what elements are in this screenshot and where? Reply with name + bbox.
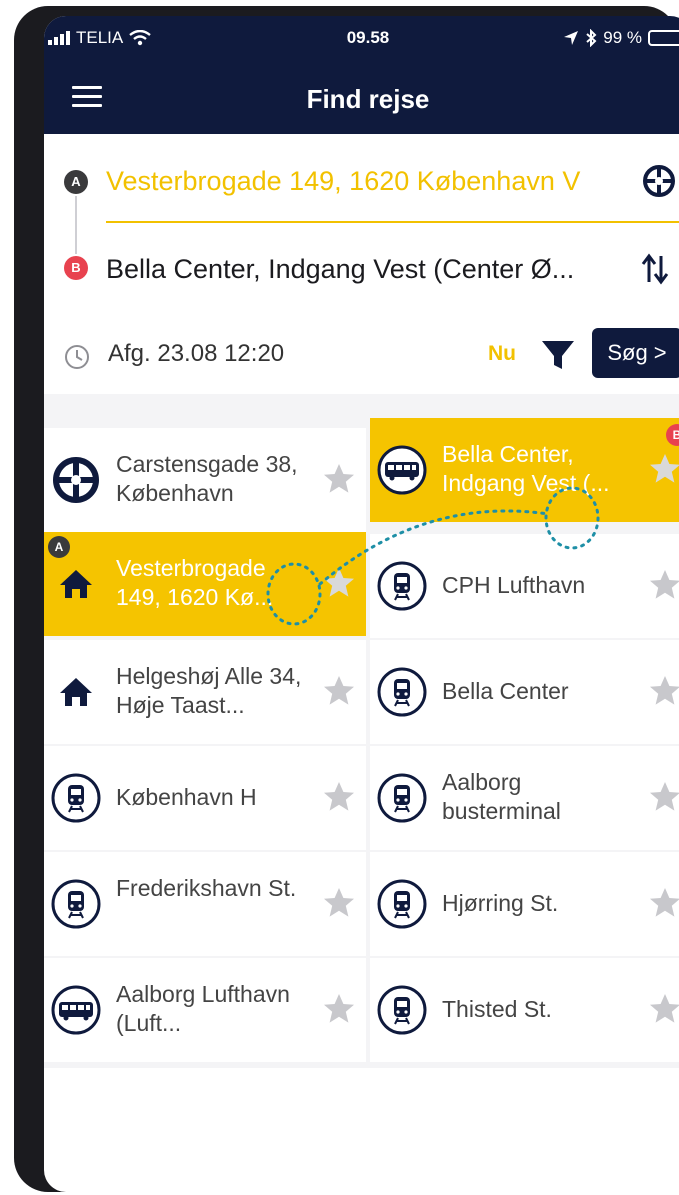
favorite-place-tile[interactable]: Bella Center [370, 640, 679, 744]
favorite-place-tile[interactable]: Thisted St. [370, 958, 679, 1062]
train-icon [377, 879, 427, 929]
from-marker: A [64, 170, 88, 194]
favorite-place-tile[interactable]: København H [44, 746, 366, 850]
favorite-star-icon[interactable] [322, 674, 356, 708]
favorite-star-icon[interactable] [648, 674, 679, 708]
favorite-place-tile[interactable]: Bella Center, Indgang Vest (... B [370, 418, 679, 522]
now-button[interactable]: Nu [488, 342, 516, 366]
to-marker: B [64, 256, 88, 280]
swap-icon[interactable] [640, 252, 670, 286]
filter-icon[interactable] [540, 338, 576, 372]
favorite-place-tile[interactable]: Vesterbrogade 149, 1620 Kø... A [44, 532, 366, 636]
favorite-place-label: CPH Lufthavn [442, 572, 586, 598]
favorite-star-icon[interactable] [648, 992, 679, 1026]
favorite-star-icon[interactable] [322, 462, 356, 496]
battery-percent: 99 % [603, 28, 642, 47]
status-bar: TELIA 09.58 99 % [44, 16, 679, 60]
favorite-place-label: Frederikshavn St. [116, 875, 297, 901]
train-icon [377, 985, 427, 1035]
favorite-star-icon[interactable] [648, 886, 679, 920]
train-icon [51, 773, 101, 823]
location-target-icon [53, 457, 99, 503]
favorite-star-icon[interactable] [648, 452, 679, 486]
location-arrow-icon [564, 31, 579, 45]
page-title: Find rejse [306, 84, 430, 114]
favorite-star-icon[interactable] [322, 780, 356, 814]
home-icon [60, 678, 92, 706]
favorite-star-icon[interactable] [322, 566, 356, 600]
train-icon [51, 879, 101, 929]
favorite-place-label: Hjørring St. [442, 890, 559, 916]
current-location-icon[interactable] [642, 164, 676, 198]
favorite-place-tile[interactable]: Aalborg Lufthavn (Luft... [44, 958, 366, 1062]
phone-frame: TELIA 09.58 99 % Find rejse A B Vesterbr… [14, 6, 679, 1192]
favorite-place-tile[interactable]: Hjørring St. [370, 852, 679, 956]
favorite-place-label: Vesterbrogade 149, 1620 Kø... [116, 555, 274, 610]
destination-badge: B [666, 424, 679, 446]
favorite-star-icon[interactable] [648, 568, 679, 602]
favorite-place-label: København H [116, 784, 257, 810]
clock-icon [65, 345, 89, 369]
bus-icon [377, 445, 427, 495]
train-icon [377, 773, 427, 823]
favorite-place-label: Carstensgade 38, København [116, 451, 298, 506]
favorite-star-icon[interactable] [322, 992, 356, 1026]
favorite-place-tile[interactable]: Aalborg busterminal [370, 746, 679, 850]
favorite-star-icon[interactable] [322, 886, 356, 920]
train-icon [377, 561, 427, 611]
departure-time[interactable]: Afg. 23.08 12:20 [108, 340, 284, 368]
battery-icon [648, 30, 679, 46]
favorite-place-tile[interactable]: Helgeshøj Alle 34, Høje Taast... [44, 640, 366, 744]
bus-icon [51, 985, 101, 1035]
journey-form: A B Bella Center, Indgang Vest (Center Ø… [44, 134, 679, 394]
bluetooth-icon [586, 29, 597, 47]
favorite-place-label: Aalborg Lufthavn (Luft... [116, 981, 290, 1036]
from-field-underline [106, 221, 679, 223]
favorite-places-grid: Carstensgade 38, København Bella Center, … [44, 418, 679, 1068]
origin-badge: A [48, 536, 70, 558]
favorite-place-tile[interactable]: Frederikshavn St. [44, 852, 366, 956]
favorite-place-label: Bella Center [442, 678, 569, 704]
to-field[interactable]: Bella Center, Indgang Vest (Center Ø... [106, 246, 626, 292]
favorite-place-label: Aalborg busterminal [442, 769, 561, 824]
app-screen: TELIA 09.58 99 % Find rejse A B Vesterbr… [44, 16, 679, 1192]
route-connector [75, 196, 77, 254]
top-bar: TELIA 09.58 99 % Find rejse [44, 16, 679, 134]
favorite-place-tile[interactable]: Carstensgade 38, København [44, 428, 366, 532]
train-icon [377, 667, 427, 717]
navigation-bar: Find rejse [44, 60, 679, 134]
favorite-place-label: Thisted St. [442, 996, 552, 1022]
favorite-place-label: Bella Center, Indgang Vest (... [442, 441, 610, 496]
search-button[interactable]: Søg > [592, 328, 679, 378]
favorite-place-label: Helgeshøj Alle 34, Høje Taast... [116, 663, 302, 718]
from-field[interactable] [106, 158, 618, 204]
favorite-place-tile[interactable]: CPH Lufthavn [370, 534, 679, 638]
home-icon [60, 570, 92, 598]
favorite-star-icon[interactable] [648, 780, 679, 814]
